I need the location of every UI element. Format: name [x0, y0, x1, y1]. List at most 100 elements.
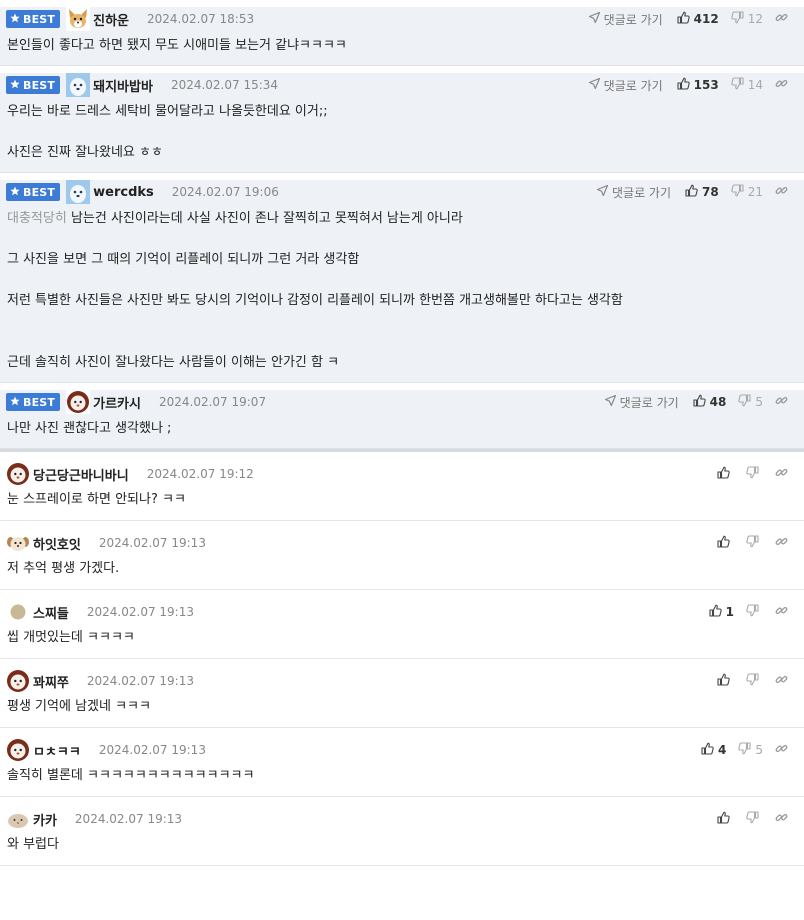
author-nickname[interactable]: 돼지바밥바 [93, 76, 153, 95]
comment-actions: 댓글로 가기 78 21 [585, 180, 792, 204]
dislike-button[interactable]: 5 [738, 742, 763, 758]
thumbs-up-icon [717, 535, 734, 551]
arrow-icon [596, 184, 612, 199]
link-icon [775, 604, 792, 620]
comment-line: 나만 사진 괜찮다고 생각했나 ; [7, 421, 172, 436]
quoted-nickname[interactable]: 대충적당히 [7, 211, 67, 226]
arrow-icon [588, 11, 604, 26]
like-button[interactable]: 78 [685, 184, 719, 200]
dislike-button[interactable]: 5 [738, 394, 763, 410]
comment-body: 나만 사진 괜찮다고 생각했나 ; [6, 419, 798, 448]
comment-header: 당근당근바니바니 2024.02.07 19:12 [6, 462, 798, 486]
comment: ㅁㅊㅋㅋ 2024.02.07 19:13 4 5 솔직히 별론데 ㅋㅋㅋㅋㅋㅋㅋㅋㅋㅋ… [0, 738, 804, 797]
copy-link-button[interactable] [775, 811, 792, 827]
like-button[interactable]: 1 [709, 604, 734, 620]
copy-link-button[interactable] [775, 11, 792, 27]
dislike-button[interactable] [746, 535, 763, 551]
author-nickname[interactable]: 진하운 [93, 10, 129, 29]
lion-avatar[interactable] [6, 738, 30, 762]
like-button[interactable]: 48 [693, 394, 726, 410]
comment: 당근당근바니바니 2024.02.07 19:12 눈 스프레이로 하면 안되나? … [0, 462, 804, 521]
author-nickname[interactable]: ㅁㅊㅋㅋ [33, 741, 81, 760]
author-nickname[interactable]: 꽈찌쭈 [33, 672, 69, 691]
comment-body: 와 부럽다 [6, 835, 798, 865]
author-nickname[interactable]: wercdks [93, 185, 154, 200]
blue-pet-avatar[interactable] [66, 73, 91, 97]
comment-header: 스찌들 2024.02.07 19:13 1 [6, 600, 798, 624]
author-nickname[interactable]: 카카 [33, 810, 57, 829]
author-nickname[interactable]: 스찌들 [33, 603, 69, 622]
like-button[interactable] [717, 535, 734, 551]
thumbs-down-icon [746, 811, 763, 827]
author-nickname[interactable]: 가르카시 [93, 393, 141, 412]
star-icon [10, 13, 23, 26]
thumbs-up-icon [677, 11, 694, 27]
circle-avatar[interactable] [6, 600, 30, 624]
copy-link-button[interactable] [775, 535, 792, 551]
puppy-avatar[interactable] [6, 531, 30, 555]
comment: 꽈찌쭈 2024.02.07 19:13 평생 기억에 남겠네 ㅋㅋㅋ [0, 669, 804, 728]
go-to-reply-link[interactable]: 댓글로 가기 [588, 11, 663, 28]
comment-date: 2024.02.07 19:13 [74, 812, 183, 826]
like-button[interactable]: 4 [701, 742, 726, 758]
copy-link-button[interactable] [775, 77, 792, 93]
copy-link-button[interactable] [775, 394, 792, 410]
comment-actions: 댓글로 가기 412 12 [577, 7, 792, 31]
go-to-reply-link[interactable]: 댓글로 가기 [596, 184, 671, 201]
dislike-button[interactable]: 21 [731, 184, 763, 200]
like-button[interactable]: 412 [677, 11, 719, 27]
dislike-button[interactable]: 14 [731, 77, 763, 93]
comment-body: 저 추억 평생 가겠다. [6, 559, 798, 589]
link-icon [775, 77, 792, 93]
copy-link-button[interactable] [775, 673, 792, 689]
lion-avatar[interactable] [6, 462, 30, 486]
dislike-button[interactable] [746, 811, 763, 827]
like-button[interactable] [717, 466, 734, 482]
like-button[interactable] [717, 673, 734, 689]
thumbs-down-icon [731, 77, 748, 93]
author-nickname[interactable]: 당근당근바니바니 [33, 465, 129, 484]
go-to-reply-link[interactable]: 댓글로 가기 [604, 394, 679, 411]
comment-actions [717, 807, 792, 831]
like-button[interactable]: 153 [677, 77, 719, 93]
comment-header: BEST 가르카시 2024.02.07 19:07 댓글로 가기 48 5 [6, 390, 798, 414]
thumbs-up-icon [717, 466, 734, 482]
comment-line: 저 추억 평생 가겠다. [7, 561, 120, 576]
lion-avatar[interactable] [66, 390, 91, 414]
dislike-button[interactable] [746, 604, 763, 620]
go-to-reply-link[interactable]: 댓글로 가기 [588, 77, 663, 94]
hamster-avatar[interactable] [6, 807, 30, 831]
comment-date: 2024.02.07 15:34 [170, 78, 279, 92]
comment-actions [717, 669, 792, 693]
dog-face-avatar[interactable] [66, 7, 91, 31]
comment-date: 2024.02.07 19:13 [86, 674, 194, 688]
comment-line: 우리는 바로 드레스 세탁비 물어달라고 나올듯한데요 이거;; [7, 104, 328, 119]
link-icon [775, 184, 792, 200]
comment-line: 와 부럽다 [7, 837, 59, 852]
like-button[interactable] [717, 811, 734, 827]
link-icon [775, 11, 792, 27]
best-badge: BEST [6, 183, 61, 201]
copy-link-button[interactable] [775, 466, 792, 482]
divider [0, 449, 804, 452]
thumbs-down-icon [746, 535, 763, 551]
comment-body: 씹 개멋있는데 ㅋㅋㅋㅋ [6, 628, 798, 658]
blue-pet-avatar[interactable] [66, 180, 91, 204]
star-icon [10, 396, 23, 409]
comment-header: BEST 돼지바밥바 2024.02.07 15:34 댓글로 가기 153 14 [6, 73, 798, 97]
comment-header: BEST 진하운 2024.02.07 18:53 댓글로 가기 412 12 [6, 7, 798, 31]
star-icon [10, 186, 23, 199]
author-nickname[interactable]: 하잇호잇 [33, 534, 81, 553]
comment-line: 눈 스프레이로 하면 안되나? ㅋㅋ [7, 492, 186, 507]
copy-link-button[interactable] [775, 184, 792, 200]
dislike-button[interactable] [746, 466, 763, 482]
copy-link-button[interactable] [775, 742, 792, 758]
comment-body: 솔직히 별론데 ㅋㅋㅋㅋㅋㅋㅋㅋㅋㅋㅋㅋㅋㅋ [6, 766, 798, 796]
copy-link-button[interactable] [775, 604, 792, 620]
dislike-button[interactable]: 12 [731, 11, 763, 27]
dislike-button[interactable] [746, 673, 763, 689]
lion-avatar[interactable] [6, 669, 30, 693]
comment-actions [717, 462, 792, 486]
